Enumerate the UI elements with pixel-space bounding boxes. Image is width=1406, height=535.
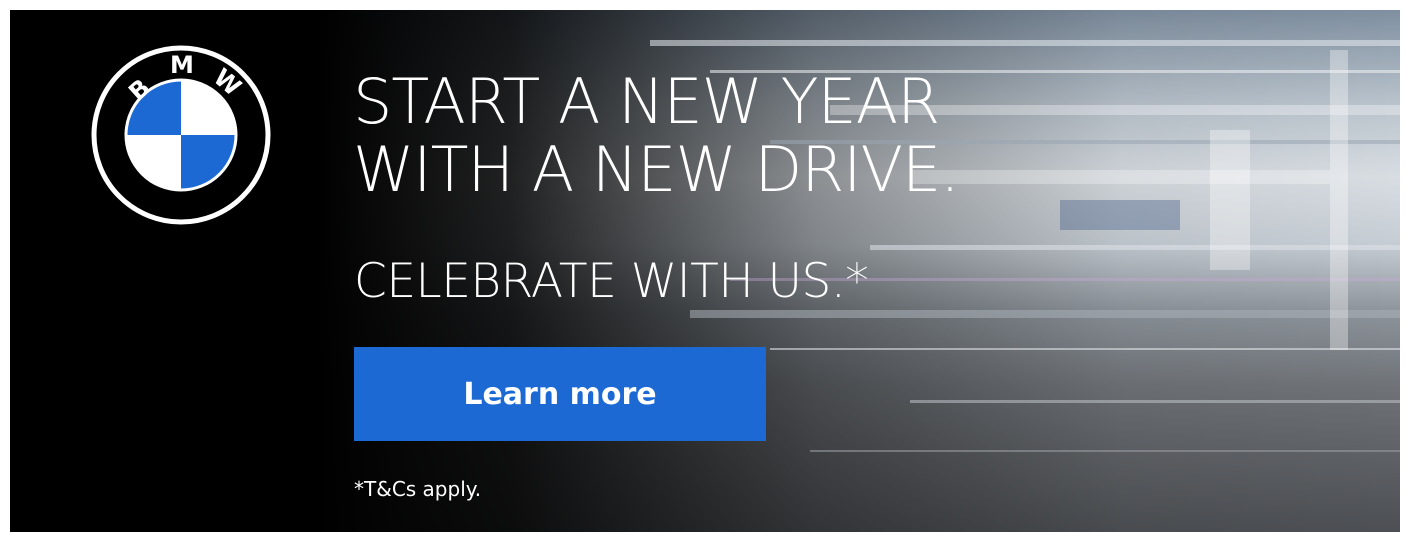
subheadline: CELEBRATE WITH US.* xyxy=(354,254,869,309)
headline: START A NEW YEAR WITH A NEW DRIVE. xyxy=(353,65,960,206)
bmw-roundel-icon[interactable]: B M W xyxy=(90,44,272,226)
headline-line-1: START A NEW YEAR xyxy=(353,65,940,138)
disclaimer-text: *T&Cs apply. xyxy=(354,477,482,501)
headline-line-2: WITH A NEW DRIVE. xyxy=(353,133,960,206)
learn-more-button[interactable]: Learn more xyxy=(354,347,766,441)
ad-banner[interactable]: B M W START A NEW YEAR WITH A NEW DRIVE.… xyxy=(10,10,1400,532)
logo-letter-m: M xyxy=(170,51,194,79)
